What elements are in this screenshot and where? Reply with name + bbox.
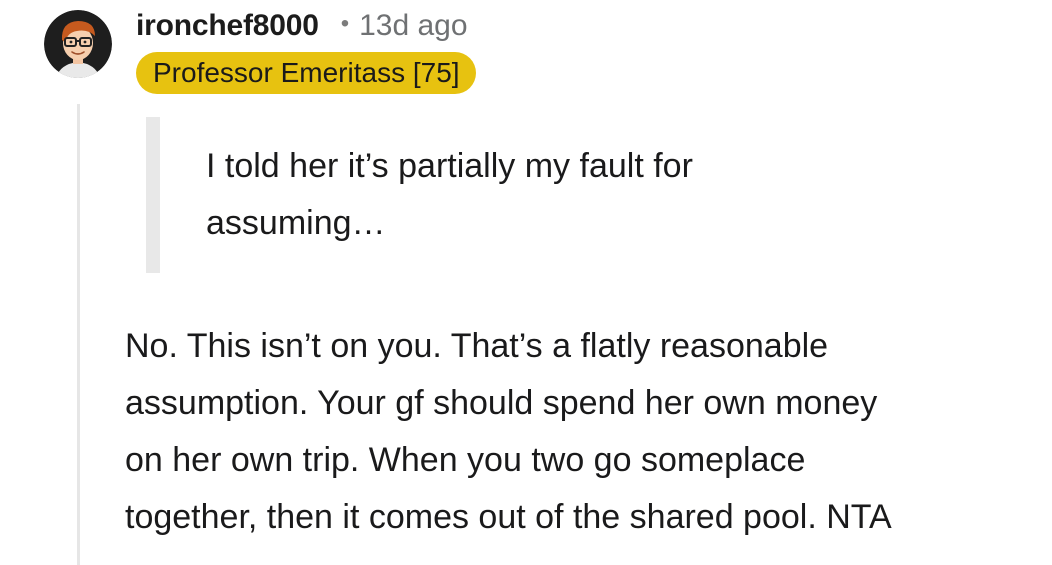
flair-label: Professor Emeritass [75]: [153, 57, 460, 88]
quote-line: I told her it’s partially my fault for: [206, 147, 693, 185]
body-line: assumption. Your gf should spend her own…: [125, 384, 878, 422]
author-username[interactable]: ironchef8000: [136, 9, 319, 43]
blockquote-bar: [146, 117, 160, 273]
quoted-text: I told her it’s partially my fault for a…: [206, 138, 826, 252]
meta-separator: •: [340, 10, 350, 37]
body-line: No. This isn’t on you. That’s a flatly r…: [125, 327, 829, 365]
comment-header: ironchef8000 • 13d ago: [136, 4, 468, 48]
body-line: on her own trip. When you two go somepla…: [125, 441, 806, 479]
avatar-face-icon: [44, 10, 112, 78]
body-line: together, then it comes out of the share…: [125, 498, 892, 536]
comment-body: No. This isn’t on you. That’s a flatly r…: [125, 318, 1035, 546]
thread-line[interactable]: [77, 104, 80, 565]
user-avatar[interactable]: [44, 10, 112, 78]
quote-line: assuming…: [206, 204, 386, 242]
user-flair-badge: Professor Emeritass [75]: [136, 52, 476, 94]
comment-timestamp: 13d ago: [359, 9, 468, 42]
